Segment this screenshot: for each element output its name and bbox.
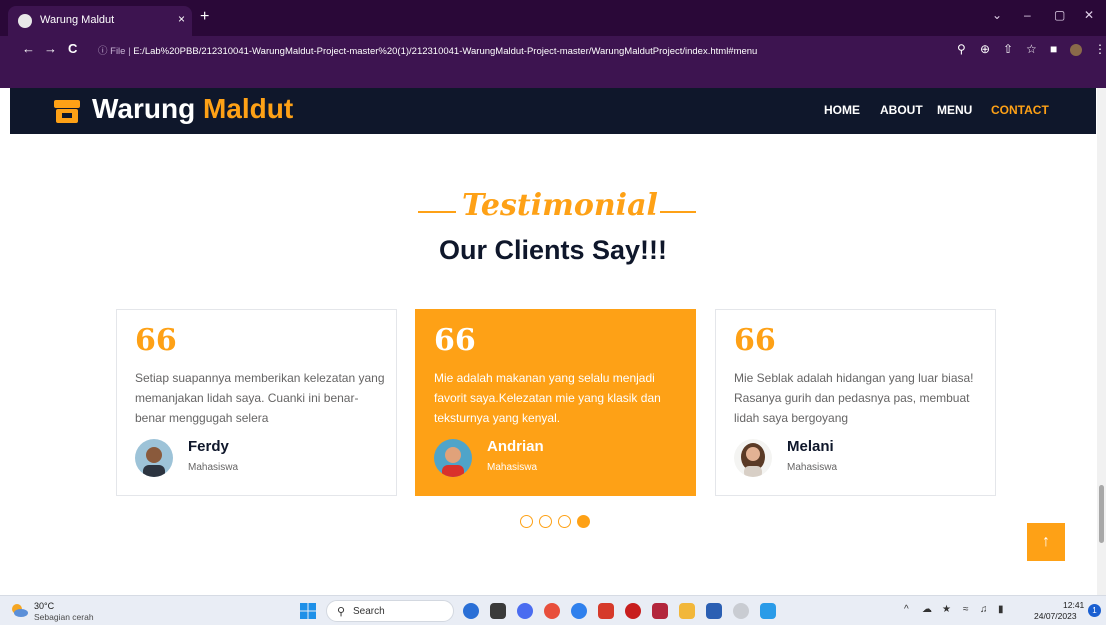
- site-navbar: Warung Maldut HOME ABOUT MENU CONTACT: [10, 88, 1096, 134]
- brand-word-2: Maldut: [202, 93, 294, 124]
- avatar: [434, 439, 472, 477]
- nav-link-menu[interactable]: MENU: [937, 103, 972, 117]
- weather-partly-sunny-icon[interactable]: [10, 603, 28, 617]
- subtitle-line-left: [418, 211, 456, 213]
- chat-app-icon[interactable]: [517, 603, 533, 619]
- browser-spacer: [0, 64, 1106, 88]
- file-explorer-icon[interactable]: [679, 603, 695, 619]
- chrome-app-icon[interactable]: [544, 603, 560, 619]
- globe-icon: [18, 14, 32, 28]
- brand-logo[interactable]: Warung Maldut: [92, 93, 293, 125]
- testimonial-card[interactable]: 66 Setiap suapannya memberikan kelezatan…: [116, 309, 397, 496]
- notification-badge[interactable]: 1: [1088, 604, 1101, 617]
- carousel-dot-1[interactable]: [520, 515, 533, 528]
- client-role: Mahasiswa: [787, 462, 838, 473]
- tray-cloud-icon[interactable]: ☁: [922, 604, 932, 615]
- url-field[interactable]: ⓘ File | E:/Lab%20PBB/212310041-WarungMa…: [98, 43, 757, 57]
- weather-temperature: 30°C: [34, 601, 55, 611]
- taskbar-search[interactable]: ⚲ Search: [326, 600, 454, 622]
- windows-start-icon[interactable]: [300, 603, 316, 619]
- testimonial-text: Mie adalah makanan yang selalu menjadi f…: [434, 371, 661, 425]
- tab-close-button[interactable]: ×: [178, 12, 185, 26]
- tab-search-button[interactable]: ⌄: [992, 8, 1002, 22]
- reload-button[interactable]: C: [68, 41, 77, 56]
- testimonial-text: Mie Seblak adalah hidangan yang luar bia…: [734, 371, 974, 425]
- photos-app-icon[interactable]: [760, 603, 776, 619]
- tray-app-icon[interactable]: ★: [942, 604, 951, 615]
- opera-app-icon[interactable]: [625, 603, 641, 619]
- scrollbar-thumb[interactable]: [1099, 485, 1104, 543]
- store-icon: [54, 100, 80, 123]
- windows-taskbar: 30°C Sebagian cerah ⚲ Search ^ ☁ ★ ≈ ♫ ▮…: [0, 595, 1106, 625]
- client-name: Andrian: [487, 438, 544, 455]
- testimonial-card-active[interactable]: 66 Mie adalah makanan yang selalu menjad…: [415, 309, 696, 496]
- weather-condition: Sebagian cerah: [34, 612, 94, 622]
- back-button[interactable]: ←: [22, 41, 35, 56]
- back-to-top-button[interactable]: ↑: [1027, 523, 1065, 561]
- share-icon[interactable]: ⇧: [1003, 42, 1013, 56]
- carousel-dot-4[interactable]: [577, 515, 590, 528]
- sidepanel-icon[interactable]: ■: [1050, 42, 1057, 56]
- search-icon: ⚲: [337, 606, 346, 618]
- nav-link-home[interactable]: HOME: [824, 103, 860, 117]
- browser-tab[interactable]: Warung Maldut ×: [8, 6, 192, 36]
- url-text: E:/Lab%20PBB/212310041-WarungMaldut-Proj…: [133, 46, 758, 57]
- url-info-label: ⓘ File |: [98, 46, 134, 57]
- address-bar: ← → C ⓘ File | E:/Lab%20PBB/212310041-Wa…: [0, 36, 1106, 64]
- brand-word-1: Warung: [92, 93, 196, 124]
- section-subtitle: Testimonial: [462, 188, 658, 223]
- battery-icon[interactable]: ▮: [998, 604, 1004, 615]
- bing-app-icon[interactable]: [463, 603, 479, 619]
- nav-link-contact[interactable]: CONTACT: [991, 103, 1049, 117]
- volume-icon[interactable]: ♫: [980, 604, 988, 615]
- quote-icon: 66: [135, 323, 177, 358]
- wps-app-icon[interactable]: [598, 603, 614, 619]
- browser-tab-bar: Warung Maldut × + ⌄ – ▢ ✕: [0, 0, 1106, 36]
- avatar: [734, 439, 772, 477]
- task-view-icon[interactable]: [490, 603, 506, 619]
- client-role: Mahasiswa: [188, 462, 239, 473]
- forward-button[interactable]: →: [44, 41, 57, 56]
- close-window-button[interactable]: ✕: [1084, 8, 1094, 22]
- menu-kebab-icon[interactable]: ⋮: [1094, 42, 1106, 56]
- new-tab-button[interactable]: +: [200, 8, 209, 26]
- carousel-dot-3[interactable]: [558, 515, 571, 528]
- tab-title: Warung Maldut: [40, 14, 115, 26]
- bookmark-star-icon[interactable]: ☆: [1026, 42, 1037, 56]
- mcafee-app-icon[interactable]: [652, 603, 668, 619]
- word-app-icon[interactable]: [706, 603, 722, 619]
- profile-avatar[interactable]: [1070, 44, 1082, 56]
- minimize-button[interactable]: –: [1024, 8, 1031, 22]
- avatar: [135, 439, 173, 477]
- quote-icon: 66: [734, 323, 776, 358]
- client-role: Mahasiswa: [487, 462, 538, 473]
- clock-time[interactable]: 12:41: [1063, 600, 1084, 610]
- clock-date[interactable]: 24/07/2023: [1034, 611, 1077, 621]
- testimonial-text: Setiap suapannya memberikan kelezatan ya…: [135, 371, 385, 425]
- client-name: Ferdy: [188, 438, 229, 455]
- quote-icon: 66: [434, 323, 476, 358]
- steam-app-icon[interactable]: [733, 603, 749, 619]
- maximize-button[interactable]: ▢: [1054, 8, 1065, 22]
- edge-app-icon[interactable]: [571, 603, 587, 619]
- search-label: Search: [353, 606, 385, 617]
- subtitle-line-right: [660, 211, 696, 213]
- client-name: Melani: [787, 438, 834, 455]
- tray-chevron-icon[interactable]: ^: [904, 604, 909, 615]
- carousel-dot-2[interactable]: [539, 515, 552, 528]
- zoom-icon[interactable]: ⊕: [980, 42, 990, 56]
- carousel-dots: [518, 515, 598, 529]
- testimonial-card[interactable]: 66 Mie Seblak adalah hidangan yang luar …: [715, 309, 996, 496]
- nav-link-about[interactable]: ABOUT: [880, 103, 923, 117]
- wifi-icon[interactable]: ≈: [963, 604, 969, 615]
- section-title: Our Clients Say!!!: [438, 235, 668, 265]
- search-icon[interactable]: ⚲: [957, 42, 966, 56]
